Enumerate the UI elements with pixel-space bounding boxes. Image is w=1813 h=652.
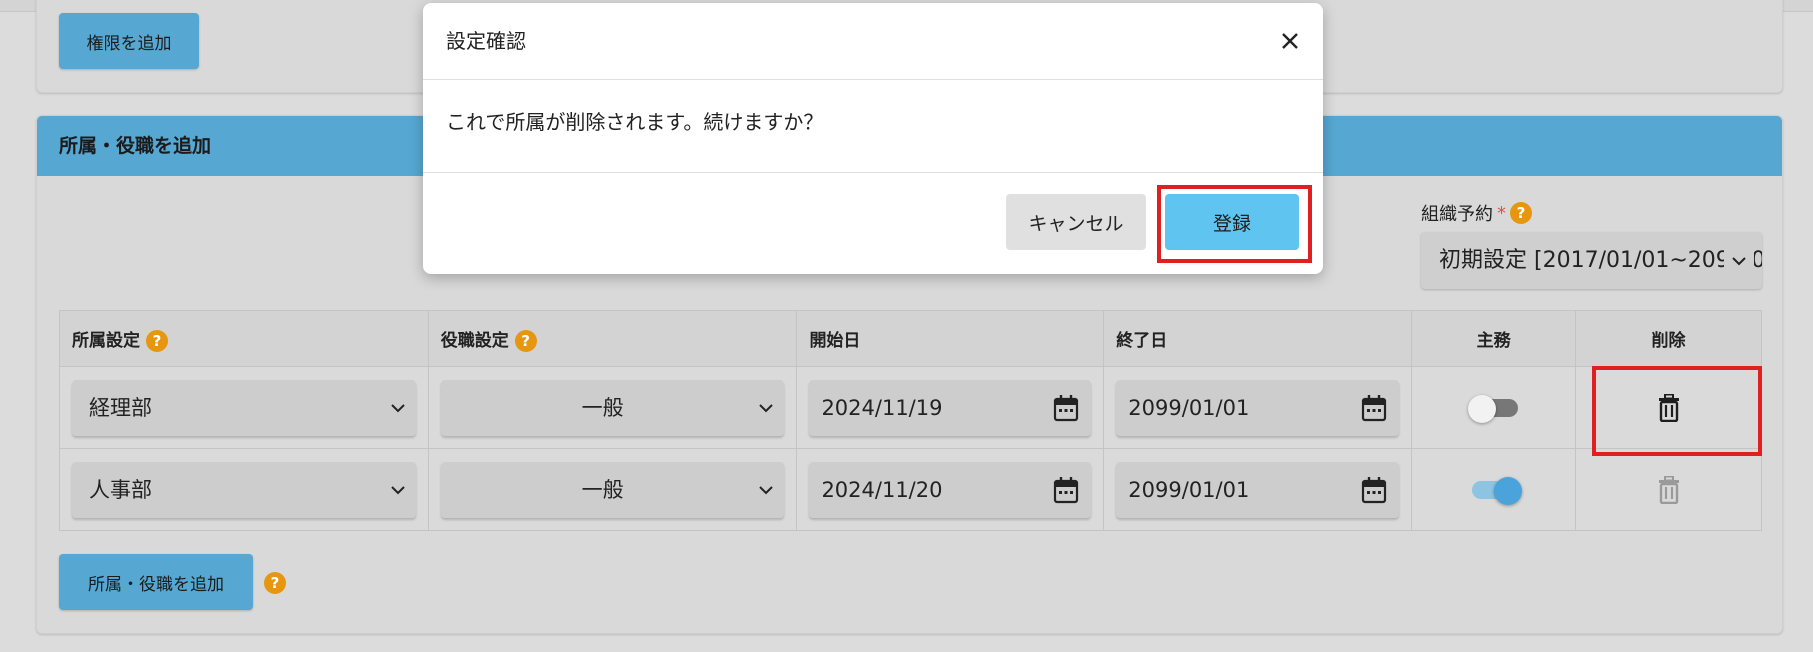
end-date-value: 2099/01/01 [1128,395,1250,420]
org-reservation-select[interactable]: 初期設定 [2017/01/01~2099/01/01] [1421,232,1762,289]
table-row: 経理部 一般 2024/11/19 2099/01/01 [59,366,1762,449]
dialog-title: 設定確認 [446,29,526,53]
calendar-icon[interactable] [1053,394,1079,422]
delete-highlight-box [1592,366,1762,456]
chevron-down-icon [390,462,406,518]
toggle-knob [1493,476,1522,505]
dialog-message: これで所属が削除されます。続けますか？ [423,80,1323,173]
table-row: 人事部 一般 2024/11/20 2099/01/01 [59,448,1762,531]
header-position-label: 役職設定 [440,330,509,351]
end-date-input[interactable]: 2099/01/01 [1116,379,1400,436]
calendar-icon[interactable] [1361,394,1387,422]
position-select[interactable]: 一般 [440,379,785,436]
affiliation-table: 所属設定 ? 役職設定 ? 開始日 終了日 主務 削除 経理部 一般 2024/… [59,310,1762,531]
position-select[interactable]: 一般 [440,461,785,518]
affiliation-select[interactable]: 人事部 [72,461,416,518]
affiliation-select[interactable]: 経理部 [72,379,416,436]
add-affiliation-button[interactable]: 所属・役職を追加 [59,554,253,610]
help-icon[interactable]: ? [1510,202,1532,224]
primary-toggle[interactable] [1467,394,1520,423]
affiliation-cell: 経理部 [59,366,429,449]
header-end-date: 終了日 [1103,310,1413,367]
header-primary: 主務 [1411,310,1577,367]
primary-toggle[interactable] [1468,476,1522,505]
calendar-icon[interactable] [1361,476,1387,504]
toggle-knob [1467,394,1496,423]
chevron-down-icon [758,462,774,518]
table-header-row: 所属設定 ? 役職設定 ? 開始日 終了日 主務 削除 [59,310,1762,367]
affiliation-value: 経理部 [89,395,152,420]
position-value: 一般 [581,395,624,420]
org-reservation-value: 初期設定 [2017/01/01~2099/01/01] [1439,248,1762,273]
primary-cell [1411,448,1577,531]
trash-icon [1658,475,1679,504]
header-delete: 削除 [1575,310,1762,367]
header-position: 役職設定 ? [427,310,798,367]
end-date-cell: 2099/01/01 [1103,366,1413,449]
position-cell: 一般 [427,366,798,449]
add-permission-button[interactable]: 権限を追加 [59,13,199,69]
start-date-value: 2024/11/19 [821,395,943,420]
help-icon[interactable]: ? [264,572,286,594]
start-date-value: 2024/11/20 [821,477,943,502]
end-date-cell: 2099/01/01 [1103,448,1413,531]
help-icon[interactable]: ? [514,329,537,352]
position-value: 一般 [581,477,624,502]
org-reservation-label: 組織予約 * ? [1421,200,1532,226]
position-cell: 一般 [427,448,798,531]
end-date-value: 2099/01/01 [1128,477,1250,502]
chevron-down-icon [1724,232,1754,289]
header-start-date: 開始日 [796,310,1105,367]
primary-cell [1411,366,1577,449]
org-reservation-label-text: 組織予約 [1421,204,1493,225]
start-date-cell: 2024/11/20 [796,448,1105,531]
affiliation-value: 人事部 [89,477,152,502]
affiliation-cell: 人事部 [59,448,429,531]
register-highlight-box [1157,185,1312,263]
delete-cell [1575,448,1762,531]
start-date-input[interactable]: 2024/11/20 [809,461,1092,518]
required-mark: * [1497,202,1506,224]
header-affiliation: 所属設定 ? [59,310,429,367]
cancel-button[interactable]: キャンセル [1006,194,1146,250]
dialog-header: 設定確認 [423,3,1323,80]
help-icon[interactable]: ? [145,329,168,352]
chevron-down-icon [758,380,774,436]
start-date-cell: 2024/11/19 [796,366,1105,449]
calendar-icon[interactable] [1053,476,1079,504]
end-date-input[interactable]: 2099/01/01 [1116,461,1400,518]
close-icon[interactable] [1279,30,1301,52]
chevron-down-icon [390,380,406,436]
header-affiliation-label: 所属設定 [72,330,140,351]
start-date-input[interactable]: 2024/11/19 [809,379,1092,436]
